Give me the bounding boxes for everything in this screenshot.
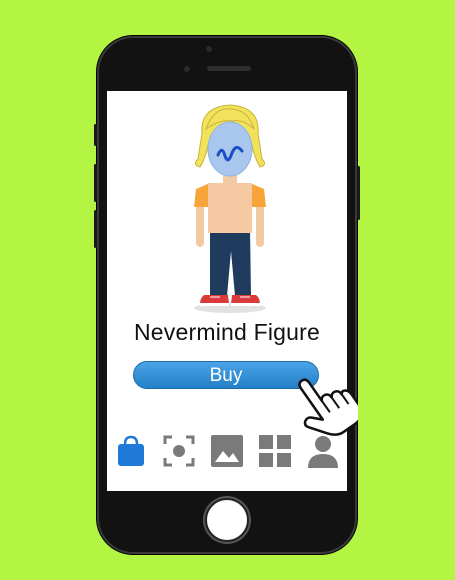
front-camera: [206, 46, 212, 52]
proximity-sensor: [184, 66, 190, 72]
scan-icon[interactable]: [161, 433, 197, 469]
shopping-bag-icon[interactable]: [113, 433, 149, 469]
earpiece-speaker: [207, 66, 251, 71]
hand-pointer-icon: [298, 378, 358, 436]
home-button[interactable]: [205, 498, 249, 542]
phone-side-button: [94, 124, 97, 146]
phone-volume-down: [94, 210, 97, 248]
phone-power-button: [357, 166, 360, 220]
product-title: Nevermind Figure: [134, 319, 320, 345]
phone-volume-up: [94, 164, 97, 202]
product-figure-image: [194, 104, 266, 313]
phone-frame: Nevermind Figure Buy: [94, 36, 360, 554]
image-icon[interactable]: [209, 433, 245, 469]
